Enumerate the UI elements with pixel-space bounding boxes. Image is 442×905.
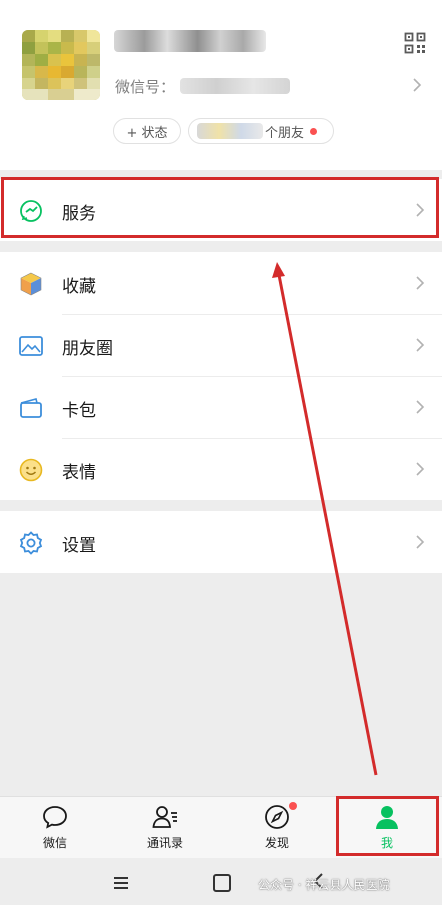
wechat-id-label: 微信号：	[115, 78, 176, 96]
status-button[interactable]: + 状态	[113, 118, 181, 144]
chevron-right-icon	[416, 462, 425, 476]
tab-chats[interactable]: 微信	[0, 797, 110, 859]
notification-dot	[310, 127, 318, 135]
menu-item-cards[interactable]: 卡包	[0, 376, 442, 438]
discover-badge-dot	[289, 802, 297, 810]
avatar[interactable]	[22, 30, 100, 100]
menu-item-label: 卡包	[62, 401, 96, 421]
friends-avatars-redacted	[197, 123, 263, 139]
nickname-redacted	[114, 30, 266, 52]
tab-label: 微信	[42, 836, 67, 850]
friends-status-pill[interactable]: 个朋友	[188, 118, 334, 144]
chevron-right-icon	[416, 535, 425, 549]
menu-item-label: 设置	[62, 536, 96, 556]
moments-photo-icon	[19, 336, 43, 356]
menu-item-label: 朋友圈	[62, 339, 113, 359]
wechat-id-redacted	[180, 78, 290, 94]
menu-group-main: 收藏 朋友圈 卡包 表情	[0, 252, 442, 500]
tab-discover[interactable]: 发现	[222, 797, 332, 859]
recent-apps-icon[interactable]	[113, 876, 129, 890]
chevron-right-icon[interactable]	[412, 77, 422, 93]
menu-group-settings: 设置	[0, 511, 442, 573]
favorites-cube-icon	[20, 272, 42, 296]
tab-contacts[interactable]: 通讯录	[110, 797, 220, 859]
tab-label: 通讯录	[146, 836, 183, 850]
annotation-highlight-me-tab	[336, 796, 439, 856]
profile-header: 微信号： + 状态 个朋友	[0, 0, 442, 170]
friends-count-label: 个朋友	[265, 125, 305, 141]
chevron-right-icon	[416, 338, 425, 352]
status-button-label: + 状态	[126, 125, 168, 141]
smiley-icon	[19, 458, 43, 482]
chat-bubble-icon	[43, 806, 67, 829]
qr-code-icon[interactable]	[404, 32, 426, 54]
chevron-right-icon	[416, 400, 425, 414]
menu-item-favorites[interactable]: 收藏	[0, 252, 442, 314]
gear-icon	[19, 531, 43, 555]
compass-icon	[265, 805, 289, 829]
watermark-text: 公众号 · 祥云县人民医院	[258, 878, 390, 892]
menu-item-label: 表情	[62, 463, 96, 483]
menu-item-moments[interactable]: 朋友圈	[0, 314, 442, 376]
contacts-icon	[152, 806, 177, 828]
tab-label: 发现	[264, 836, 289, 850]
menu-item-settings[interactable]: 设置	[0, 511, 442, 573]
menu-item-stickers[interactable]: 表情	[0, 438, 442, 500]
card-wallet-icon	[20, 398, 42, 418]
home-button-icon[interactable]	[213, 874, 231, 892]
chevron-right-icon	[416, 276, 425, 290]
annotation-highlight-services	[1, 177, 439, 238]
menu-item-label: 收藏	[62, 277, 96, 297]
